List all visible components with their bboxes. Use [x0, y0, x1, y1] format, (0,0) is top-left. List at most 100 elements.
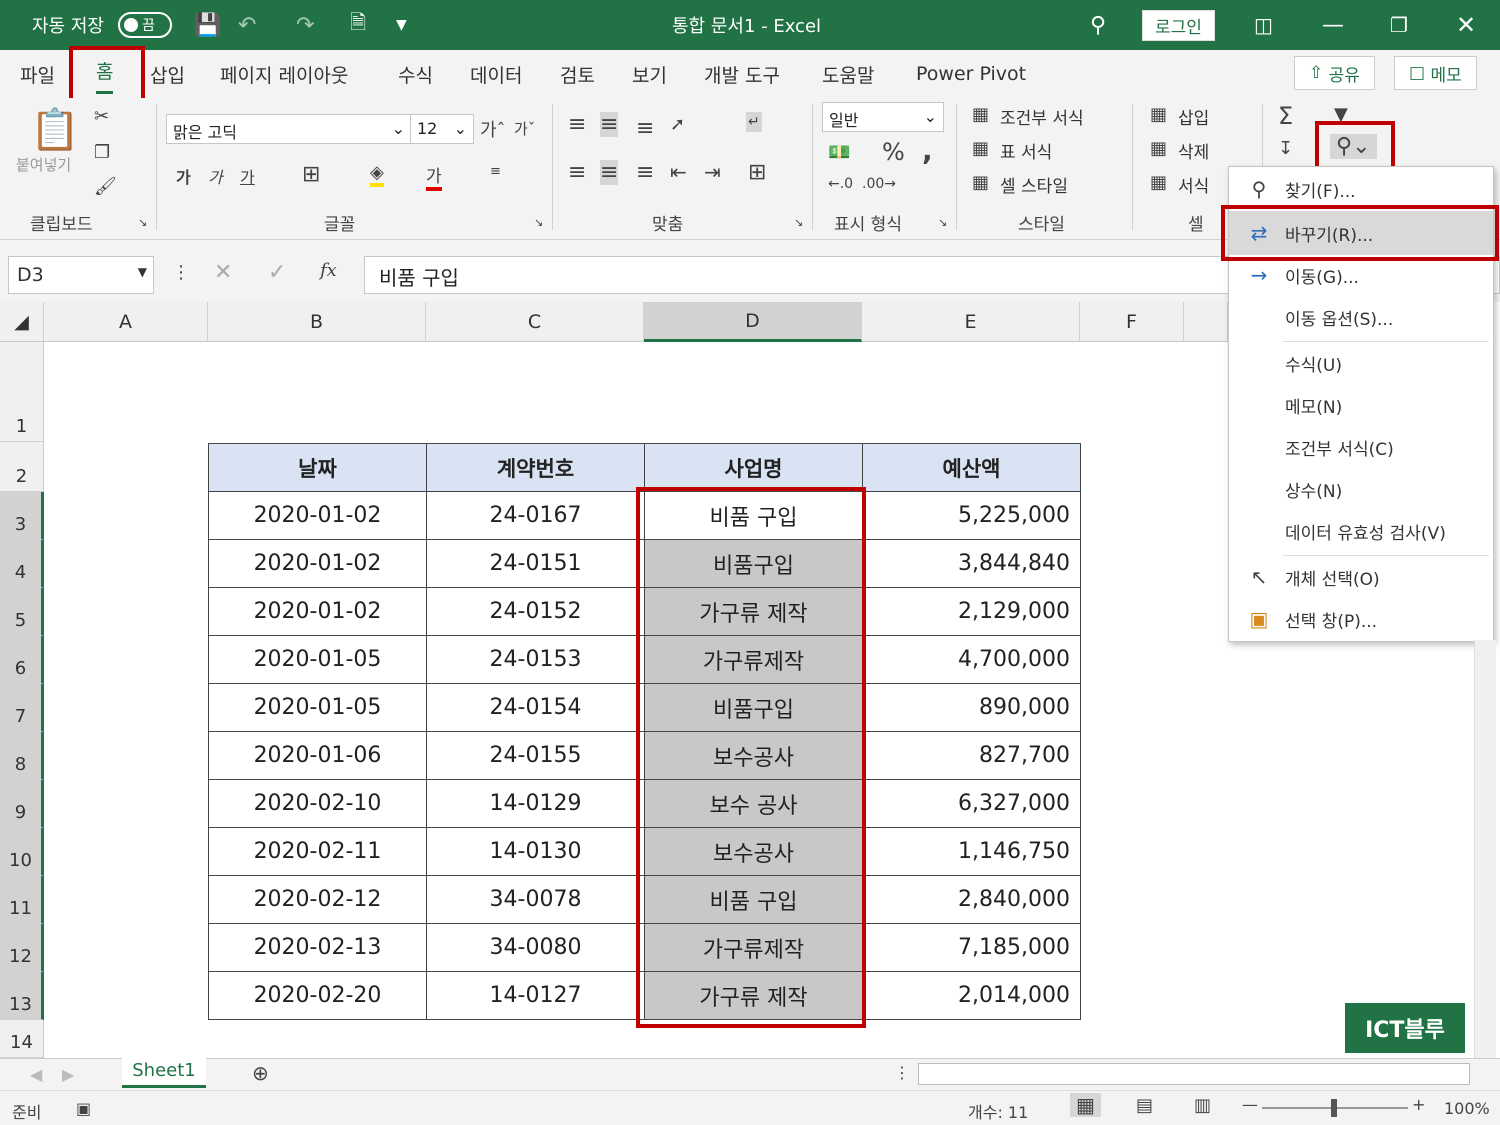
accounting-format-icon[interactable]: 💵: [828, 142, 850, 163]
cell-contract[interactable]: 24-0154: [426, 683, 645, 732]
menu-item-constants[interactable]: 상수(N): [1229, 469, 1493, 509]
tab-data[interactable]: 데이터: [470, 50, 522, 98]
menu-item-comments[interactable]: 메모(N): [1229, 385, 1493, 425]
macro-record-icon[interactable]: ▣: [76, 1099, 91, 1118]
search-icon[interactable]: ⚲: [1090, 0, 1106, 50]
cell-date[interactable]: 2020-02-12: [208, 875, 427, 924]
row-header-2[interactable]: 2: [0, 442, 44, 492]
comments-button[interactable]: □ 메모: [1394, 56, 1477, 90]
font-name-combo[interactable]: 맑은 고딕 ⌄: [166, 114, 412, 144]
tab-view[interactable]: 보기: [632, 50, 667, 98]
customize-qat-icon[interactable]: ▼: [396, 0, 407, 50]
format-cells-icon[interactable]: ▦: [1150, 172, 1167, 193]
row-header-11[interactable]: 11: [0, 876, 44, 924]
cell-budget[interactable]: 890,000: [862, 683, 1081, 732]
header-date[interactable]: 날짜: [208, 443, 427, 492]
cell-budget[interactable]: 1,146,750: [862, 827, 1081, 876]
cell-contract[interactable]: 14-0127: [426, 971, 645, 1020]
font-launcher-icon[interactable]: ↘: [534, 216, 543, 229]
cell-styles-icon[interactable]: ▦: [972, 172, 989, 193]
minimize-icon[interactable]: —: [1322, 0, 1344, 50]
cell-contract[interactable]: 24-0167: [426, 491, 645, 540]
cell-date[interactable]: 2020-01-02: [208, 539, 427, 588]
column-header-f[interactable]: F: [1080, 302, 1184, 342]
conditional-format-icon[interactable]: ▦: [972, 104, 989, 125]
cell-styles-button[interactable]: 셀 스타일: [1000, 172, 1068, 197]
login-button[interactable]: 로그인: [1142, 9, 1215, 41]
header-contract-no[interactable]: 계약번호: [426, 443, 645, 492]
column-header-c[interactable]: C: [426, 302, 644, 342]
cell-budget[interactable]: 3,844,840: [862, 539, 1081, 588]
autosum-icon[interactable]: Σ: [1278, 102, 1293, 130]
decrease-font-icon[interactable]: 가ˇ: [514, 118, 535, 139]
paste-icon[interactable]: 📋: [30, 106, 80, 153]
cut-icon[interactable]: ✂: [94, 106, 109, 127]
tab-review[interactable]: 검토: [560, 50, 595, 98]
row-header-4[interactable]: 4: [0, 540, 44, 588]
menu-item-select-objects[interactable]: ↖ 개체 선택(O): [1229, 557, 1493, 597]
select-all-corner[interactable]: ◢: [0, 302, 44, 342]
scroll-left-icon[interactable]: ◀: [30, 1065, 42, 1084]
align-left-icon[interactable]: ≡: [568, 160, 586, 185]
alignment-launcher-icon[interactable]: ↘: [794, 216, 803, 229]
page-layout-view-icon[interactable]: ▤: [1136, 1095, 1153, 1116]
number-launcher-icon[interactable]: ↘: [938, 216, 947, 229]
italic-icon[interactable]: 가: [208, 164, 223, 188]
add-sheet-icon[interactable]: ⊕: [252, 1061, 269, 1085]
cell-date[interactable]: 2020-02-11: [208, 827, 427, 876]
row-header-9[interactable]: 9: [0, 780, 44, 828]
format-cells-button[interactable]: 서식: [1178, 172, 1209, 197]
redo-icon[interactable]: ↷: [296, 0, 314, 50]
scroll-right-icon[interactable]: ▶: [62, 1065, 74, 1084]
menu-item-formulas[interactable]: 수식(U): [1229, 343, 1493, 383]
orientation-icon[interactable]: ➚: [670, 114, 685, 135]
cell-date[interactable]: 2020-01-02: [208, 491, 427, 540]
align-center-icon[interactable]: ≡: [600, 160, 619, 185]
cell-contract[interactable]: 34-0078: [426, 875, 645, 924]
decrease-indent-icon[interactable]: ⇤: [670, 160, 687, 184]
row-header-5[interactable]: 5: [0, 588, 44, 636]
cell-budget[interactable]: 4,700,000: [862, 635, 1081, 684]
fill-color-icon[interactable]: ◈: [370, 162, 384, 187]
ribbon-display-icon[interactable]: ◫: [1254, 0, 1273, 50]
cell-date[interactable]: 2020-01-06: [208, 731, 427, 780]
align-top-icon[interactable]: ≡: [568, 112, 586, 137]
menu-item-goto[interactable]: → 이동(G)...: [1229, 255, 1493, 295]
tab-file[interactable]: 파일: [20, 50, 55, 98]
horizontal-scrollbar[interactable]: [918, 1063, 1470, 1085]
cell-budget[interactable]: 6,327,000: [862, 779, 1081, 828]
insert-cells-button[interactable]: 삽입: [1178, 104, 1209, 129]
sheet-tab-sheet1[interactable]: Sheet1: [122, 1058, 206, 1088]
normal-view-icon[interactable]: ▦: [1070, 1093, 1101, 1117]
row-header-13[interactable]: 13: [0, 972, 44, 1020]
delete-cells-icon[interactable]: ▦: [1150, 138, 1167, 159]
undo-icon[interactable]: ↶: [238, 0, 256, 50]
merge-center-icon[interactable]: ⊞: [748, 160, 766, 185]
cell-budget[interactable]: 5,225,000: [862, 491, 1081, 540]
phonetic-icon[interactable]: ≡: [490, 164, 501, 179]
decrease-decimal-icon[interactable]: .00→: [862, 176, 896, 192]
name-box[interactable]: D3 ▼: [8, 256, 154, 294]
zoom-in-icon[interactable]: +: [1412, 1095, 1425, 1114]
cell-contract[interactable]: 24-0153: [426, 635, 645, 684]
number-format-combo[interactable]: 일반 ⌄: [822, 102, 944, 132]
row-header-7[interactable]: 7: [0, 684, 44, 732]
save-icon[interactable]: 💾: [194, 0, 221, 50]
insert-cells-icon[interactable]: ▦: [1150, 104, 1167, 125]
row-header-6[interactable]: 6: [0, 636, 44, 684]
row-header-14[interactable]: 14: [0, 1020, 44, 1058]
column-header-e[interactable]: E: [862, 302, 1080, 342]
cell-budget[interactable]: 7,185,000: [862, 923, 1081, 972]
percent-style-icon[interactable]: %: [882, 138, 905, 166]
cell-budget[interactable]: 827,700: [862, 731, 1081, 780]
wrap-text-icon[interactable]: ↵: [746, 112, 762, 132]
align-bottom-icon[interactable]: ≡: [636, 116, 654, 141]
menu-item-selection-pane[interactable]: ▣ 선택 창(P)...: [1229, 599, 1493, 639]
share-button[interactable]: ⇧ 공유: [1294, 56, 1375, 90]
format-table-button[interactable]: 표 서식: [1000, 138, 1052, 163]
column-header-b[interactable]: B: [208, 302, 426, 342]
zoom-out-icon[interactable]: —: [1242, 1095, 1258, 1114]
print-preview-icon[interactable]: 🗎: [350, 0, 366, 50]
conditional-format-button[interactable]: 조건부 서식: [1000, 104, 1084, 129]
increase-decimal-icon[interactable]: ←.0: [828, 176, 853, 192]
